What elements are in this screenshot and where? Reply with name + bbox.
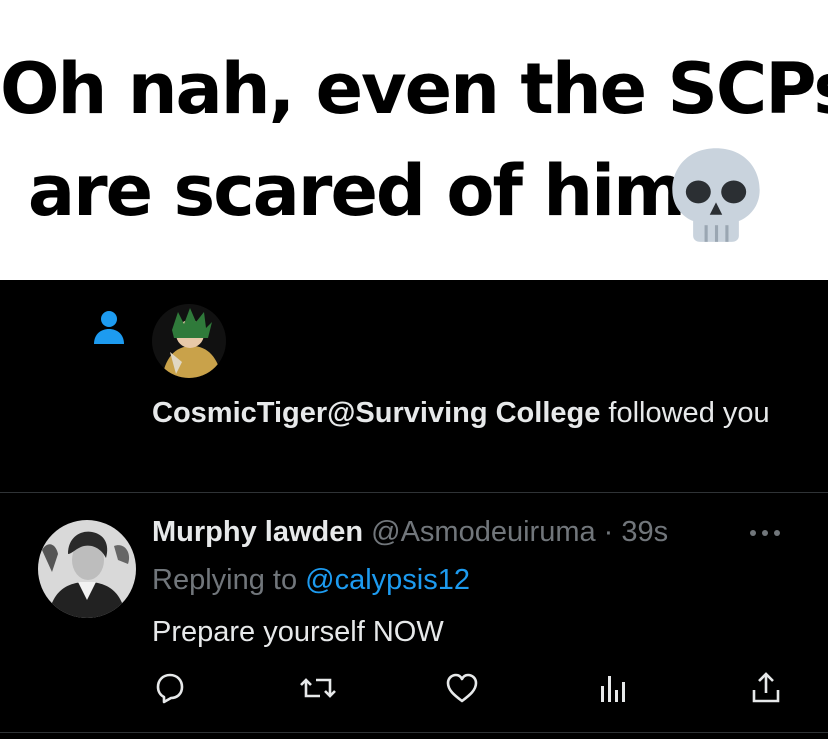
skull-emoji-icon — [672, 148, 760, 242]
follow-action-text: followed you — [600, 397, 770, 429]
tweet-author-avatar[interactable] — [38, 520, 136, 618]
notification-feed: CosmicTiger@Surviving College followed y… — [0, 280, 828, 739]
tweet-header: Murphy lawden @Asmodeuiruma · 39s — [152, 512, 668, 552]
tweet-author-handle[interactable]: @Asmodeuiruma — [371, 516, 595, 548]
views-icon[interactable] — [596, 670, 632, 706]
divider — [0, 492, 828, 493]
tweet-author-name[interactable]: Murphy lawden — [152, 516, 363, 548]
divider — [0, 732, 828, 733]
share-icon[interactable] — [748, 670, 784, 706]
replying-to-handle[interactable]: @calypsis12 — [305, 564, 470, 596]
replying-to-label: Replying to — [152, 564, 306, 596]
tweet-time[interactable]: 39s — [621, 516, 668, 548]
follower-avatar[interactable] — [152, 304, 226, 378]
follow-notification-text: CosmicTiger@Surviving College followed y… — [152, 392, 792, 434]
follower-name[interactable]: CosmicTiger@Surviving College — [152, 397, 600, 429]
replying-to-line: Replying to @calypsis12 — [152, 560, 470, 600]
like-icon[interactable] — [444, 670, 480, 706]
retweet-icon[interactable] — [298, 670, 338, 706]
tweet-text: Prepare yourself NOW — [152, 616, 444, 648]
tweet-separator: · — [603, 516, 614, 548]
person-icon — [94, 311, 124, 344]
meme-caption: Oh nah, even the SCPs are scared of him — [0, 0, 828, 280]
more-options-icon[interactable] — [748, 528, 782, 538]
caption-line-1: Oh nah, even the SCPs — [0, 48, 828, 130]
caption-line-2: are scared of him — [27, 150, 686, 232]
reply-icon[interactable] — [152, 670, 188, 706]
